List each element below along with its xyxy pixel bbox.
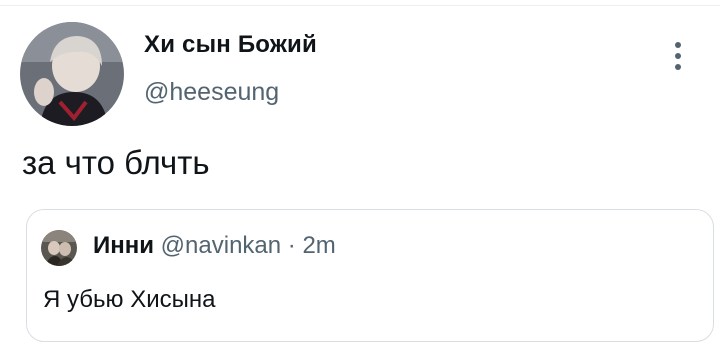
quoted-author-name[interactable]: Инни (93, 232, 154, 259)
quoted-author-avatar[interactable] (41, 230, 77, 266)
quoted-tweet-header: Инни @navinkan · 2m (93, 232, 336, 260)
quoted-tweet-time[interactable]: 2m (302, 232, 335, 259)
header-separator: · (287, 232, 296, 259)
top-divider (0, 5, 720, 6)
quoted-tweet-text: Я убью Хисына (43, 286, 216, 313)
author-handle[interactable]: @heeseung (144, 78, 279, 107)
tweet-text: за что блчть (22, 144, 210, 181)
quoted-tweet-card[interactable]: Инни @navinkan · 2m Я убью Хисына (26, 209, 714, 342)
quoted-author-handle[interactable]: @navinkan (161, 232, 281, 259)
author-avatar[interactable] (20, 22, 124, 126)
more-options-button[interactable] (666, 40, 690, 72)
author-display-name[interactable]: Хи сын Божий (144, 31, 317, 59)
